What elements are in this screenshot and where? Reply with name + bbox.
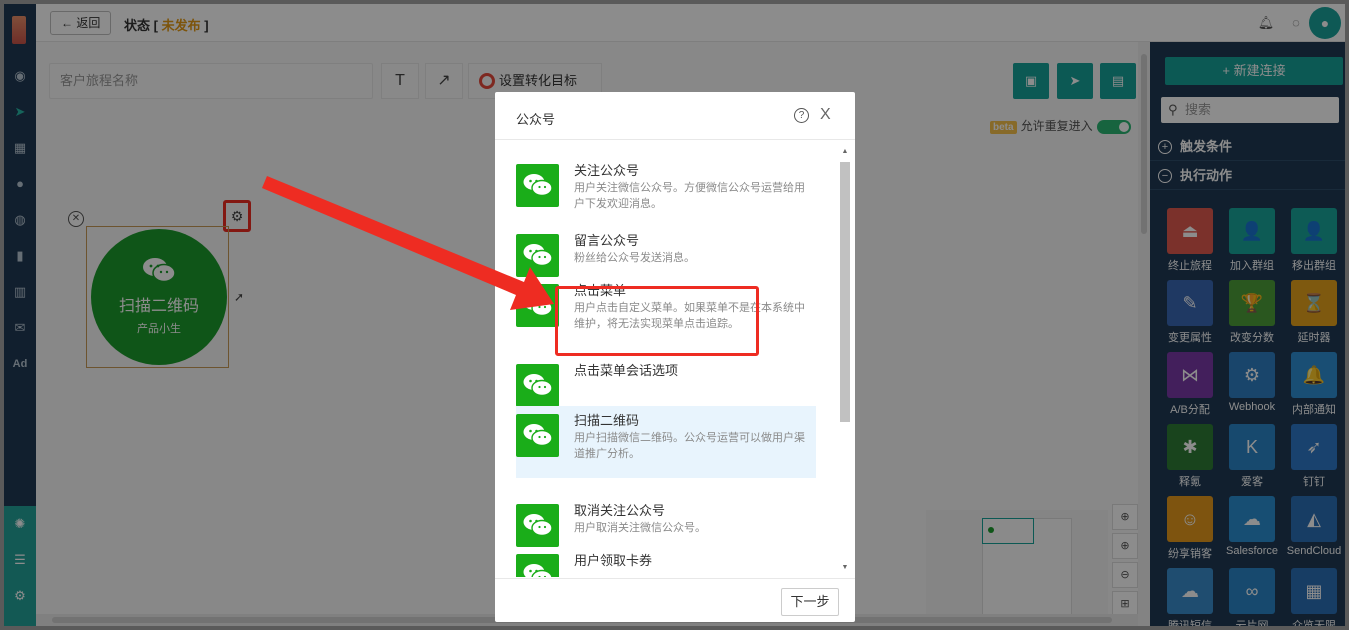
event-description: 粉丝给公众号发送消息。: [574, 252, 695, 264]
highlight-box: [555, 286, 759, 356]
event-title: 关注公众号: [574, 163, 640, 178]
wechat-icon: [516, 164, 559, 207]
close-icon[interactable]: X: [820, 106, 831, 124]
event-list-item[interactable]: 点击菜单会话选项: [516, 356, 816, 407]
event-list-item[interactable]: 留言公众号粉丝给公众号发送消息。: [516, 226, 816, 277]
next-button[interactable]: 下一步: [781, 588, 839, 616]
event-list: 关注公众号用户关注微信公众号。方便微信公众号运营给用户下发欢迎消息。留言公众号粉…: [495, 150, 841, 577]
dialog-header: 公众号 ? X: [495, 92, 855, 140]
event-list-item[interactable]: 扫描二维码用户扫描微信二维码。公众号运营可以做用户渠道推广分析。: [516, 406, 816, 478]
wechat-icon: [516, 504, 559, 547]
event-description: 用户取消关注微信公众号。: [574, 522, 706, 534]
wechat-icon: [516, 284, 559, 327]
event-title: 扫描二维码: [574, 413, 640, 428]
wechat-icon: [516, 364, 559, 407]
dialog-title: 公众号: [516, 112, 556, 127]
event-title: 取消关注公众号: [574, 503, 666, 518]
wechat-icon: [516, 554, 559, 577]
event-list-item[interactable]: 用户领取卡券: [516, 546, 816, 577]
scroll-down-icon[interactable]: ▼: [840, 564, 850, 571]
wechat-icon: [516, 234, 559, 277]
event-title: 用户领取卡券: [574, 553, 653, 568]
event-title: 留言公众号: [574, 233, 640, 248]
wechat-event-dialog: 公众号 ? X 关注公众号用户关注微信公众号。方便微信公众号运营给用户下发欢迎消…: [495, 92, 855, 622]
app-window: ◉ ➤ ▦ ● ◍ ▮ ▥ ✉ Ad ✺ ☰ ⚙ ← 返回 状态 [ 未发布 ]…: [4, 4, 1345, 626]
help-icon[interactable]: ?: [794, 108, 809, 123]
event-list-item[interactable]: 关注公众号用户关注微信公众号。方便微信公众号运营给用户下发欢迎消息。: [516, 156, 816, 222]
dialog-footer: 下一步: [495, 578, 855, 622]
scroll-up-icon[interactable]: ▲: [840, 148, 850, 155]
event-list-item[interactable]: 取消关注公众号用户取消关注微信公众号。: [516, 496, 816, 547]
wechat-icon: [516, 414, 559, 457]
event-description: 用户扫描微信二维码。公众号运营可以做用户渠道推广分析。: [574, 432, 805, 460]
event-description: 用户关注微信公众号。方便微信公众号运营给用户下发欢迎消息。: [574, 182, 805, 210]
dialog-scrollbar[interactable]: ▲ ▼: [839, 146, 851, 577]
event-title: 点击菜单会话选项: [574, 363, 679, 378]
